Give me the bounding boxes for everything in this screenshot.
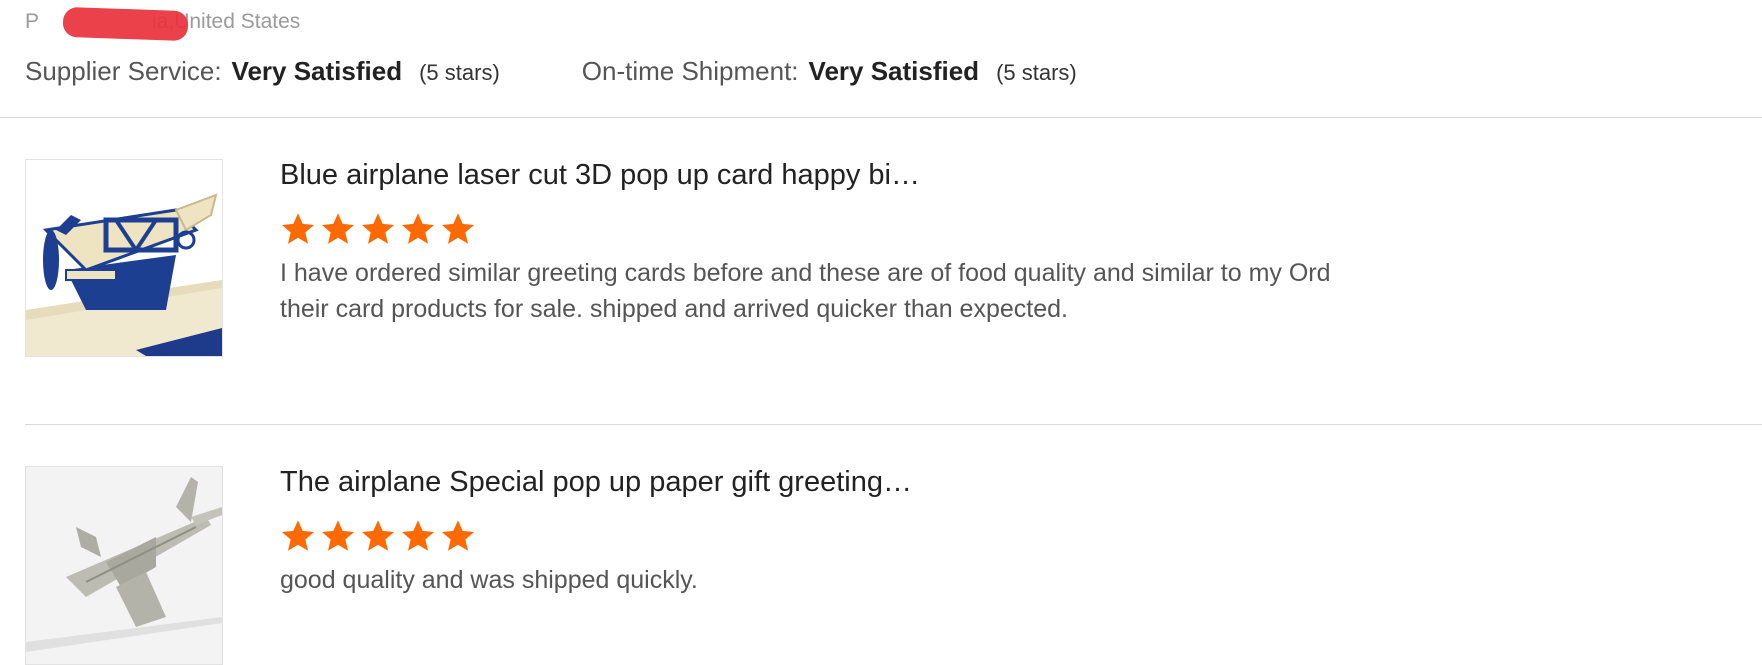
rating-label: On-time Shipment: <box>581 55 799 86</box>
product-thumbnail[interactable] <box>25 159 223 357</box>
star-icon <box>361 213 395 244</box>
star-icon <box>281 520 315 551</box>
divider <box>25 424 1762 425</box>
star-icon <box>321 520 355 551</box>
star-icon <box>281 213 315 244</box>
rating-label: Supplier Service: <box>25 55 222 86</box>
product-title[interactable]: Blue airplane laser cut 3D pop up card h… <box>280 157 1520 193</box>
review-text: good quality and was shipped quickly. <box>280 566 698 594</box>
star-icon <box>401 213 435 244</box>
star-rating <box>280 518 1520 556</box>
rating-stars-count: (5 stars) <box>419 59 500 85</box>
star-rating <box>280 211 1520 249</box>
star-icon <box>361 520 395 551</box>
white-jet-popup-card-icon <box>26 467 222 664</box>
rating-stars-count: (5 stars) <box>996 59 1077 85</box>
redaction-mark <box>62 6 189 42</box>
product-title[interactable]: The airplane Special pop up paper gift g… <box>280 464 1520 500</box>
review-body: The airplane Special pop up paper gift g… <box>280 466 1520 598</box>
rating-value: Very Satisfied <box>231 55 403 86</box>
on-time-shipment-rating: On-time Shipment: Very Satisfied (5 star… <box>582 56 1077 87</box>
blue-biplane-popup-card-icon <box>26 160 222 356</box>
review-body: Blue airplane laser cut 3D pop up card h… <box>280 159 1520 327</box>
star-icon <box>441 520 475 551</box>
store-ratings: Supplier Service: Very Satisfied (5 star… <box>25 54 1077 88</box>
rating-value: Very Satisfied <box>808 55 980 86</box>
supplier-service-rating: Supplier Service: Very Satisfied (5 star… <box>25 56 500 87</box>
location-prefix: P <box>25 10 40 33</box>
star-icon <box>441 213 475 244</box>
star-icon <box>321 213 355 244</box>
review-text: I have ordered similar greeting cards be… <box>280 259 1331 323</box>
divider <box>0 117 1762 118</box>
reviewer-location: Pia,United States <box>25 6 300 42</box>
star-icon <box>401 520 435 551</box>
product-thumbnail[interactable] <box>25 466 223 665</box>
